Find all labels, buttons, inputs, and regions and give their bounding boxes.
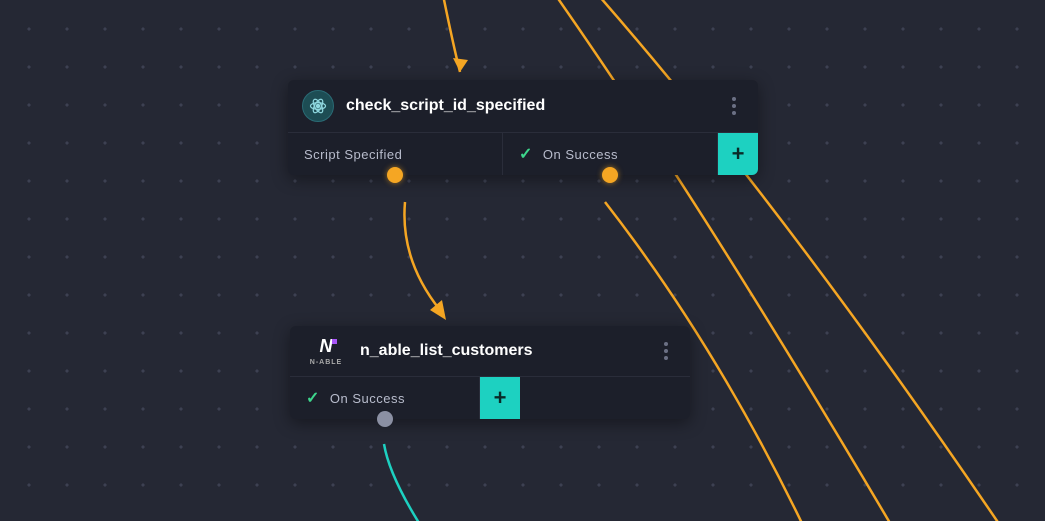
add-output-button[interactable]: + bbox=[718, 133, 758, 175]
output-label: On Success bbox=[543, 147, 618, 162]
plus-icon: + bbox=[732, 141, 745, 167]
output-label: On Success bbox=[330, 391, 405, 406]
output-on-success[interactable]: ✓ On Success bbox=[503, 133, 718, 175]
add-output-button[interactable]: + bbox=[480, 377, 520, 419]
output-port[interactable] bbox=[602, 167, 618, 183]
node-check-script-id-specified[interactable]: check_script_id_specified Script Specifi… bbox=[288, 80, 758, 175]
kebab-menu-icon[interactable] bbox=[724, 94, 744, 118]
output-script-specified[interactable]: Script Specified bbox=[288, 133, 503, 175]
node-n-able-list-customers[interactable]: N N-ABLE n_able_list_customers ✓ On Succ… bbox=[290, 326, 690, 419]
check-icon: ✓ bbox=[519, 144, 533, 164]
output-on-success[interactable]: ✓ On Success bbox=[290, 377, 480, 419]
kebab-menu-icon[interactable] bbox=[656, 339, 676, 363]
node-outputs: ✓ On Success + bbox=[290, 377, 690, 419]
node-header[interactable]: check_script_id_specified bbox=[288, 80, 758, 133]
nable-logo-icon: N N-ABLE bbox=[304, 336, 348, 366]
atom-icon bbox=[302, 90, 334, 122]
output-port[interactable] bbox=[377, 411, 393, 427]
node-title: check_script_id_specified bbox=[346, 97, 712, 115]
vendor-label: N-ABLE bbox=[310, 359, 342, 366]
plus-icon: + bbox=[494, 385, 507, 411]
workflow-canvas[interactable]: check_script_id_specified Script Specifi… bbox=[0, 0, 1045, 521]
check-icon: ✓ bbox=[306, 388, 320, 408]
node-outputs: Script Specified ✓ On Success + bbox=[288, 133, 758, 175]
node-header[interactable]: N N-ABLE n_able_list_customers bbox=[290, 326, 690, 377]
node-title: n_able_list_customers bbox=[360, 342, 644, 360]
output-port[interactable] bbox=[387, 167, 403, 183]
output-label: Script Specified bbox=[304, 147, 402, 162]
